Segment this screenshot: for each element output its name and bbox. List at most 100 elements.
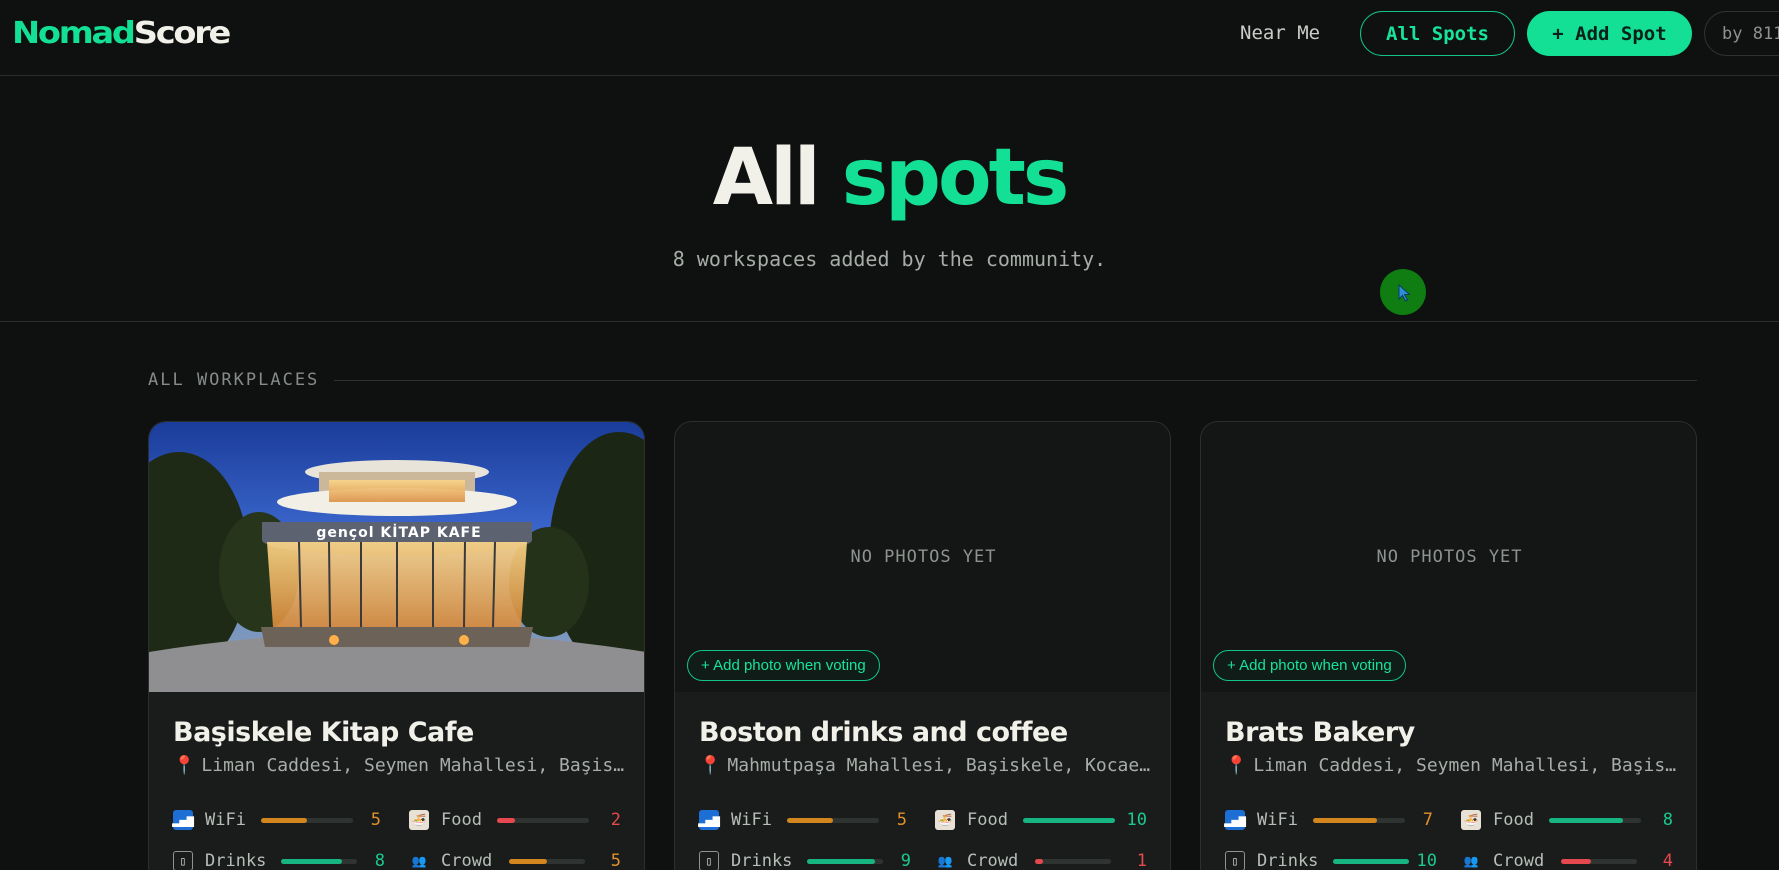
page-title-word1: All bbox=[712, 133, 821, 223]
nav-near-me-link[interactable]: Near Me bbox=[1240, 22, 1320, 44]
stat-label: Drinks bbox=[205, 851, 267, 870]
spot-title[interactable]: Boston drinks and coffee bbox=[699, 717, 1068, 748]
brand-logo[interactable]: NomadScore bbox=[12, 16, 232, 51]
stat-label: Food bbox=[967, 810, 1008, 830]
crowd-icon: 👥 bbox=[937, 854, 953, 868]
wifi-icon: ▂▄▆ bbox=[172, 810, 194, 830]
section-divider bbox=[334, 380, 1697, 381]
spot-address-text: Liman Caddesi, Seymen Mahallesi, Başiske… bbox=[201, 755, 625, 776]
hero-section: All spots 8 workspaces added by the comm… bbox=[0, 77, 1779, 322]
stat-crowd: 👥 Crowd 1 bbox=[935, 849, 1147, 870]
stat-value: 5 bbox=[896, 810, 907, 830]
stat-bar-fill bbox=[1549, 817, 1623, 823]
spot-title[interactable]: Brats Bakery bbox=[1225, 717, 1415, 748]
mouse-cursor-indicator bbox=[1380, 269, 1426, 315]
add-photo-button[interactable]: + Add photo when voting bbox=[1213, 650, 1406, 681]
stat-bar-fill bbox=[497, 817, 516, 823]
stat-drinks: ▯ Drinks 8 bbox=[173, 849, 385, 870]
stat-crowd: 👥 Crowd 4 bbox=[1461, 849, 1673, 870]
stat-label: Drinks bbox=[731, 851, 793, 870]
stat-bar-fill bbox=[261, 817, 307, 823]
cafe-sign-text: gençol KİTAP KAFE bbox=[316, 525, 482, 541]
stat-label: Crowd bbox=[1493, 851, 1545, 870]
spot-address-text: Mahmutpaşa Mahallesi, Başiskele, Kocaeli bbox=[727, 755, 1151, 776]
add-photo-button[interactable]: + Add photo when voting bbox=[687, 650, 880, 681]
stat-bar bbox=[1333, 858, 1409, 864]
nav-all-spots-button[interactable]: All Spots bbox=[1360, 11, 1515, 56]
cafe-photo-image: gençol KİTAP KAFE bbox=[149, 422, 644, 692]
stat-bar-fill bbox=[281, 858, 342, 864]
page-title: All spots bbox=[0, 139, 1779, 217]
food-icon: 🍜 bbox=[1461, 810, 1481, 830]
page-subtitle: 8 workspaces added by the community. bbox=[672, 247, 1107, 271]
crowd-icon: 👥 bbox=[1463, 854, 1479, 868]
drinks-icon: ▯ bbox=[1225, 851, 1245, 870]
stat-value: 2 bbox=[610, 810, 621, 830]
stat-value: 9 bbox=[900, 851, 911, 870]
stat-wifi: ▂▄▆ WiFi 5 bbox=[172, 808, 381, 832]
stat-value: 8 bbox=[1662, 810, 1673, 830]
location-pin-icon: 📍 bbox=[699, 755, 722, 776]
stat-value: 8 bbox=[374, 851, 385, 870]
pointer-icon bbox=[1398, 284, 1411, 302]
spot-address-text: Liman Caddesi, Seymen Mahallesi, Başiske… bbox=[1253, 755, 1677, 776]
stat-bar-fill bbox=[787, 817, 833, 823]
no-photos-text: NO PHOTOS YET bbox=[1376, 547, 1523, 567]
stat-value: 5 bbox=[610, 851, 621, 870]
stat-bar bbox=[509, 858, 585, 864]
stat-label: Crowd bbox=[967, 851, 1019, 870]
stat-bar bbox=[497, 817, 589, 823]
stat-bar bbox=[1035, 858, 1111, 864]
brand-logo-part1: Nomad bbox=[12, 16, 136, 51]
spot-photo-placeholder: NO PHOTOS YET + Add photo when voting bbox=[675, 422, 1170, 692]
stat-bar-fill bbox=[807, 858, 876, 864]
spot-card[interactable]: gençol KİTAP KAFE Başiskele Kitap Cafe 📍… bbox=[148, 421, 645, 870]
wifi-icon: ▂▄▆ bbox=[698, 810, 720, 830]
author-badge[interactable]: by 811 bbox=[1704, 11, 1779, 56]
stat-label: WiFi bbox=[1257, 810, 1298, 830]
top-navbar: NomadScore Near Me All Spots + Add Spot … bbox=[0, 0, 1779, 76]
stat-bar bbox=[261, 817, 353, 823]
spot-address: 📍 Liman Caddesi, Seymen Mahallesi, Başisk… bbox=[1225, 755, 1677, 776]
stat-food: 🍜 Food 10 bbox=[935, 808, 1147, 832]
stat-bar-fill bbox=[1333, 858, 1409, 864]
stat-label: Crowd bbox=[441, 851, 493, 870]
section-label: ALL WORKPLACES bbox=[148, 370, 320, 390]
stat-bar bbox=[1549, 817, 1641, 823]
stat-food: 🍜 Food 2 bbox=[409, 808, 621, 832]
stat-bar bbox=[1561, 858, 1637, 864]
location-pin-icon: 📍 bbox=[1225, 755, 1248, 776]
stat-drinks: ▯ Drinks 9 bbox=[699, 849, 911, 870]
stat-bar bbox=[807, 858, 883, 864]
spot-photo-placeholder: NO PHOTOS YET + Add photo when voting bbox=[1201, 422, 1696, 692]
stat-bar bbox=[1313, 817, 1405, 823]
spot-address: 📍 Mahmutpaşa Mahallesi, Başiskele, Kocael… bbox=[699, 755, 1151, 776]
stat-bar-fill bbox=[1561, 858, 1592, 864]
stat-value: 7 bbox=[1422, 810, 1433, 830]
drinks-icon: ▯ bbox=[699, 851, 719, 870]
food-icon: 🍜 bbox=[935, 810, 955, 830]
stat-bar bbox=[1023, 817, 1115, 823]
stat-label: WiFi bbox=[731, 810, 772, 830]
drinks-icon: ▯ bbox=[173, 851, 193, 870]
stat-label: Drinks bbox=[1257, 851, 1319, 870]
spot-address: 📍 Liman Caddesi, Seymen Mahallesi, Başisk… bbox=[173, 755, 625, 776]
nav-add-spot-button[interactable]: + Add Spot bbox=[1527, 11, 1692, 56]
stat-bar-fill bbox=[1035, 858, 1043, 864]
spot-photo[interactable]: gençol KİTAP KAFE bbox=[149, 422, 644, 692]
spot-card[interactable]: NO PHOTOS YET + Add photo when voting Br… bbox=[1200, 421, 1697, 870]
stat-bar bbox=[787, 817, 879, 823]
stat-bar-fill bbox=[1023, 817, 1115, 823]
stat-wifi: ▂▄▆ WiFi 7 bbox=[1224, 808, 1433, 832]
stat-food: 🍜 Food 8 bbox=[1461, 808, 1673, 832]
stat-crowd: 👥 Crowd 5 bbox=[409, 849, 621, 870]
spot-title[interactable]: Başiskele Kitap Cafe bbox=[173, 717, 474, 748]
brand-logo-part2: Score bbox=[133, 16, 232, 51]
location-pin-icon: 📍 bbox=[173, 755, 196, 776]
no-photos-text: NO PHOTOS YET bbox=[850, 547, 997, 567]
spot-card[interactable]: NO PHOTOS YET + Add photo when voting Bo… bbox=[674, 421, 1171, 870]
stat-value: 1 bbox=[1136, 851, 1147, 870]
stat-bar-fill bbox=[509, 858, 547, 864]
stat-value: 4 bbox=[1662, 851, 1673, 870]
stat-bar bbox=[281, 858, 357, 864]
